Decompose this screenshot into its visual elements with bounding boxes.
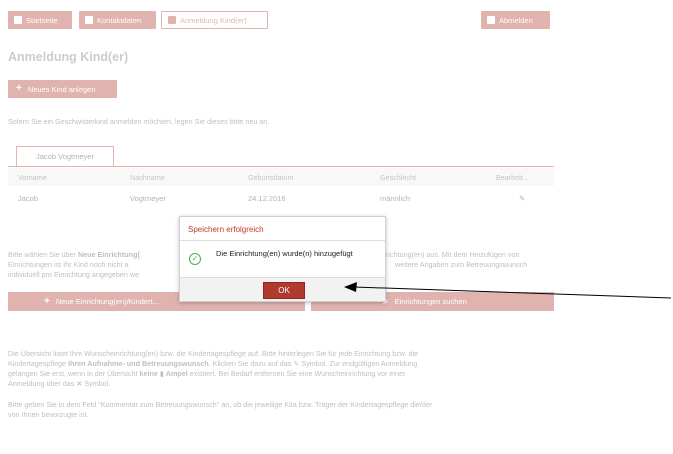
annotation-arrow-icon bbox=[344, 282, 672, 299]
